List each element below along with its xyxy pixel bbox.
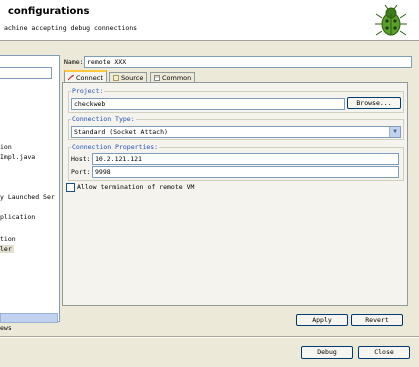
tree-item[interactable]: plication xyxy=(0,213,35,221)
source-icon xyxy=(113,75,119,81)
project-group-label: Project: xyxy=(71,87,105,95)
bug-icon xyxy=(375,4,407,36)
left-bottom-text: ews xyxy=(0,324,12,332)
configuration-tree-panel xyxy=(0,55,60,322)
host-input[interactable]: 10.2.121.121 xyxy=(92,153,399,165)
port-input[interactable]: 9998 xyxy=(92,166,399,178)
close-button[interactable]: Close xyxy=(358,346,410,359)
host-label: Host: xyxy=(71,155,91,163)
apply-button[interactable]: Apply xyxy=(296,314,348,326)
name-input[interactable]: remote XXX xyxy=(84,56,412,68)
connection-properties-label: Connection Properties: xyxy=(71,143,160,151)
connection-type-label: Connection Type: xyxy=(71,115,136,123)
allow-termination-label: Allow termination of remote VM xyxy=(77,183,195,191)
connection-type-value: Standard (Socket Attach) xyxy=(74,128,168,136)
dialog-subtitle: achine accepting debug connections xyxy=(4,24,138,32)
tree-item-selected[interactable]: ler xyxy=(0,245,14,253)
allow-termination-checkbox[interactable] xyxy=(66,183,75,192)
project-input[interactable]: checkweb xyxy=(71,98,345,110)
dialog-title: configurations xyxy=(8,6,90,17)
tree-item[interactable]: ion xyxy=(0,143,12,151)
browse-button[interactable]: Browse... xyxy=(347,97,401,109)
port-label: Port: xyxy=(71,168,91,176)
chevron-down-icon[interactable]: ▼ xyxy=(389,127,400,137)
revert-button[interactable]: Revert xyxy=(351,314,403,326)
connect-icon xyxy=(68,75,74,81)
common-icon xyxy=(154,75,160,81)
filter-input[interactable] xyxy=(0,67,52,79)
tree-item[interactable]: y Launched Ser xyxy=(0,193,55,201)
tree-item[interactable]: tion xyxy=(0,235,16,243)
debug-button[interactable]: Debug xyxy=(301,346,353,359)
horizontal-scrollbar[interactable] xyxy=(0,313,58,323)
tree-item[interactable]: Impl.java xyxy=(0,153,35,161)
separator-highlight xyxy=(0,337,419,338)
name-label: Name: xyxy=(64,58,84,66)
connection-type-select[interactable]: Standard (Socket Attach) ▼ xyxy=(71,126,401,138)
